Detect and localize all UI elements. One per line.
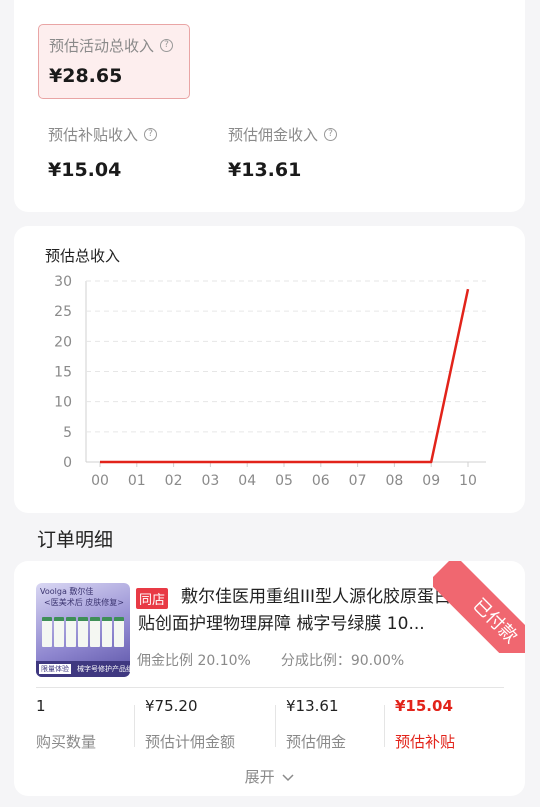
chevron-down-icon <box>282 774 294 782</box>
question-circle-icon[interactable]: ? <box>144 128 158 141</box>
status-ribbon-label: 已付款 <box>433 561 525 653</box>
x-tick-label: 09 <box>422 473 440 489</box>
total-income-box[interactable]: 预估活动总收入 ? ¥28.65 <box>38 24 190 99</box>
status-ribbon: 已付款 <box>433 561 525 653</box>
subsidy-income-label: 预估补贴收入 <box>48 126 139 144</box>
x-tick-label: 01 <box>128 473 146 489</box>
stat-label: 预估补贴 <box>395 733 456 751</box>
stat-label: 预估计佣金额 <box>145 733 236 751</box>
thumbnail-footer-text: 械字号修护产品组合 <box>77 665 130 673</box>
stat-commission-base: ¥75.20 预估计佣金额 <box>145 697 235 752</box>
x-tick-label: 03 <box>201 473 219 489</box>
divider <box>384 705 385 747</box>
divider <box>36 687 504 688</box>
income-chart-card: 预估总收入 0 5 10 15 20 25 30 00 01 02 03 04 05 06 07 08 09 10 <box>14 226 525 513</box>
x-tick-label: 08 <box>385 473 403 489</box>
x-tick-label: 02 <box>165 473 183 489</box>
same-shop-badge: 同店 <box>136 588 169 609</box>
stat-value: ¥15.04 <box>395 697 453 715</box>
thumbnail-product-boxes <box>42 617 124 647</box>
stat-label: 购买数量 <box>36 733 97 751</box>
x-tick-label: 04 <box>238 473 256 489</box>
y-tick-label: 20 <box>54 334 72 350</box>
y-tick-label: 0 <box>63 455 72 471</box>
commission-income-amount: ¥13.61 <box>228 159 302 181</box>
stat-value: ¥13.61 <box>286 697 339 715</box>
x-tick-label: 07 <box>349 473 367 489</box>
order-card[interactable]: Voolga 敷尔佳 <医美术后 皮肤修复> 限量体验 械字号修护产品组合 敷尔… <box>14 561 525 796</box>
stat-subsidy: ¥15.04 预估补贴 <box>395 697 455 752</box>
product-thumbnail[interactable]: Voolga 敷尔佳 <医美术后 皮肤修复> 限量体验 械字号修护产品组合 <box>36 583 130 677</box>
stat-commission: ¥13.61 预估佣金 <box>286 697 346 752</box>
expand-button[interactable]: 展开 <box>14 766 525 787</box>
share-rate: 分成比例：90.00% <box>280 653 405 669</box>
y-tick-label: 30 <box>54 274 72 290</box>
x-tick-label: 06 <box>312 473 330 489</box>
y-tick-label: 15 <box>54 365 72 381</box>
stat-quantity: 1 购买数量 <box>36 697 96 752</box>
y-tick-label: 25 <box>54 304 72 320</box>
income-line-chart: 05101520253000 01 02 03 04 05 06 07 08 09 10 <box>54 274 486 489</box>
question-circle-icon[interactable]: ? <box>324 128 338 141</box>
question-circle-icon[interactable]: ? <box>160 39 174 52</box>
subsidy-income-amount: ¥15.04 <box>48 159 122 181</box>
x-tick-label: 00 <box>91 473 109 489</box>
thumbnail-tagline: <医美术后 皮肤修复> <box>44 598 124 607</box>
y-tick-label: 5 <box>63 425 72 441</box>
x-tick-label: 10 <box>459 473 477 489</box>
subsidy-income-block: 预估补贴收入 ? ¥15.04 <box>48 124 158 181</box>
total-income-amount: ¥28.65 <box>49 65 123 87</box>
income-series-line <box>100 288 470 464</box>
commission-income-block: 预估佣金收入 ? ¥13.61 <box>228 124 338 181</box>
income-summary-card: 预估活动总收入 ? ¥28.65 预估补贴收入 ? ¥15.04 预估佣金收入 … <box>14 0 525 212</box>
total-income-label: 预估活动总收入 <box>49 37 155 55</box>
thumbnail-footer-tag: 限量体验 <box>39 664 71 674</box>
divider <box>134 705 135 747</box>
stat-value: ¥75.20 <box>145 697 198 715</box>
x-tick-label: 05 <box>275 473 293 489</box>
order-detail-title: 订单明细 <box>37 529 114 551</box>
thumbnail-footer: 限量体验 械字号修护产品组合 <box>36 661 130 677</box>
product-title[interactable]: 敷尔佳医用重组III型人源化胶原蛋白贴创面护理物理屏障 械字号绿膜 10... <box>138 584 458 640</box>
thumbnail-brand: Voolga 敷尔佳 <box>40 587 94 596</box>
y-tick-label: 10 <box>54 395 72 411</box>
divider <box>275 705 276 747</box>
commission-income-label: 预估佣金收入 <box>228 126 319 144</box>
stat-label: 预估佣金 <box>286 733 347 751</box>
expand-label: 展开 <box>244 768 275 786</box>
commission-rate: 佣金比例 20.10% <box>137 653 251 669</box>
stat-value: 1 <box>36 697 46 715</box>
